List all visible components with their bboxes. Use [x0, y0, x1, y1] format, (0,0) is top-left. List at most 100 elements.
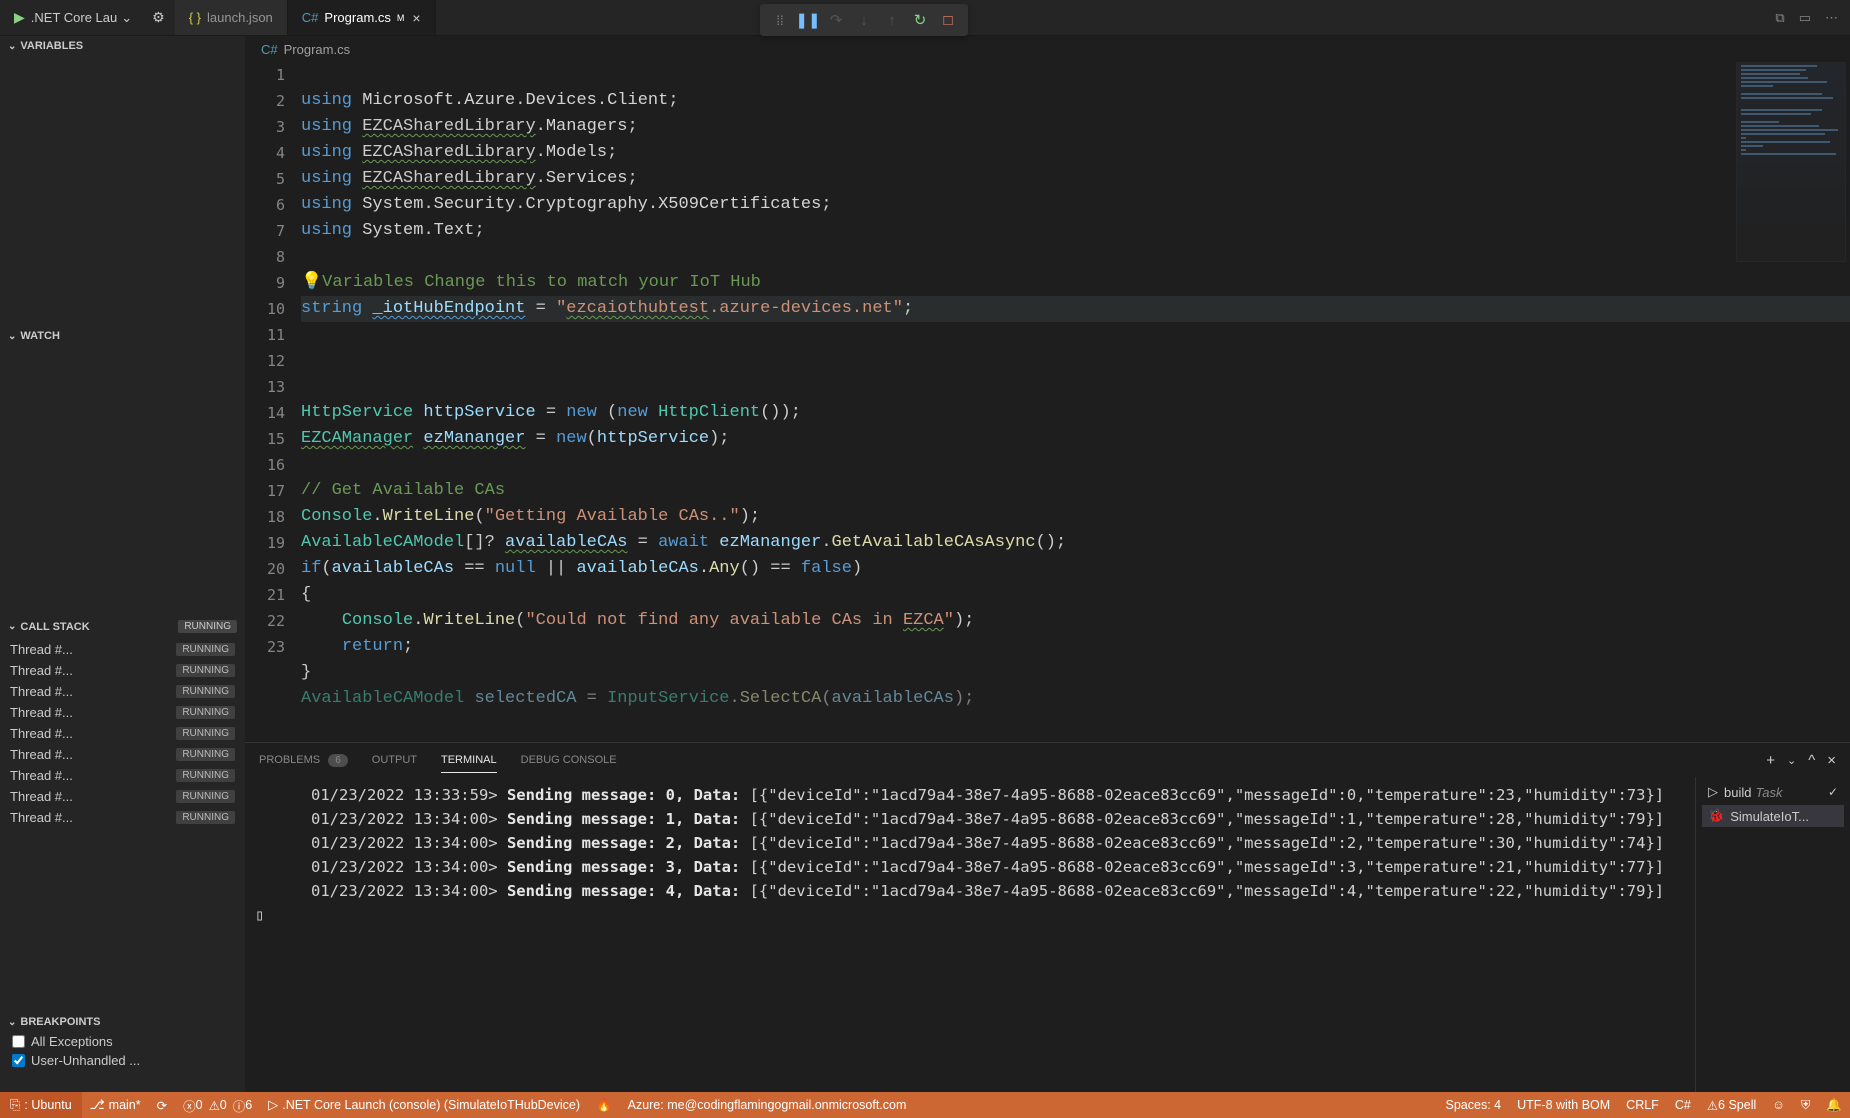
step-out-button[interactable]: ↑: [878, 6, 906, 34]
checkbox[interactable]: [12, 1054, 25, 1067]
thread-row[interactable]: Thread #...RUNNING: [0, 639, 245, 660]
more-icon[interactable]: ⋯: [1825, 10, 1838, 26]
breakpoint-user-unhandled[interactable]: User-Unhandled ...: [0, 1051, 245, 1070]
notifications-icon[interactable]: 🔔: [1818, 1098, 1850, 1113]
terminal-output[interactable]: 01/23/2022 13:33:59> Sending message: 0,…: [245, 777, 1695, 1092]
callstack-header[interactable]: ⌄ CALL STACK RUNNING: [0, 616, 245, 637]
thread-name: Thread #...: [10, 747, 176, 762]
tab-label: DEBUG CONSOLE: [521, 754, 617, 766]
spell-check[interactable]: ⚠ 6 Spell: [1699, 1098, 1764, 1113]
thread-row[interactable]: Thread #...RUNNING: [0, 765, 245, 786]
terminal-dropdown-icon[interactable]: ⌄: [1787, 754, 1796, 767]
chevron-down-icon: ⌄: [8, 621, 16, 632]
remote-indicator[interactable]: ⎘ : Ubuntu: [0, 1092, 82, 1118]
debug-toolbar: ⁞⁞ ❚❚ ↷ ↓ ↑ ↻ □: [760, 4, 968, 36]
chevron-down-icon: ⌄: [121, 10, 132, 26]
remote-label: : Ubuntu: [24, 1098, 71, 1112]
debug-icon: ▷: [268, 1097, 278, 1113]
gear-icon[interactable]: ⚙: [152, 9, 165, 26]
checkbox[interactable]: [12, 1035, 25, 1048]
warning-icon: ⚠: [1707, 1098, 1718, 1113]
split-icon[interactable]: ⧉: [1775, 10, 1784, 26]
watch-label: WATCH: [20, 330, 60, 342]
close-panel-icon[interactable]: ×: [1827, 752, 1836, 769]
run-config-selector[interactable]: ▶ .NET Core Lau ⌄: [4, 4, 142, 32]
eol[interactable]: CRLF: [1618, 1098, 1667, 1112]
bp-label: All Exceptions: [31, 1034, 113, 1049]
tab-label: OUTPUT: [372, 754, 417, 766]
minimap[interactable]: [1736, 62, 1846, 262]
close-icon[interactable]: ×: [412, 10, 420, 26]
branch-label: main*: [109, 1098, 141, 1112]
thread-name: Thread #...: [10, 684, 176, 699]
callstack-status-badge: RUNNING: [178, 620, 237, 633]
check-icon: ✓: [1828, 785, 1838, 799]
thread-row[interactable]: Thread #...RUNNING: [0, 786, 245, 807]
indentation[interactable]: Spaces: 4: [1438, 1098, 1510, 1112]
editor-tabs: { } launch.json C# Program.cs M ×: [175, 0, 436, 35]
thread-status-badge: RUNNING: [176, 811, 235, 824]
sync-button[interactable]: ⟳: [149, 1092, 175, 1118]
status-bar: ⎘ : Ubuntu ⎇ main* ⟳ ⓧ 0 ⚠ 0 ⓘ 6 ▷ .NET …: [0, 1092, 1850, 1118]
sync-icon: ⟳: [157, 1098, 167, 1113]
stop-button[interactable]: □: [934, 6, 962, 34]
drag-handle-icon[interactable]: ⁞⁞: [766, 6, 794, 34]
git-branch[interactable]: ⎇ main*: [82, 1092, 149, 1118]
encoding[interactable]: UTF-8 with BOM: [1509, 1098, 1618, 1112]
thread-row[interactable]: Thread #...RUNNING: [0, 744, 245, 765]
thread-row[interactable]: Thread #...RUNNING: [0, 660, 245, 681]
thread-status-badge: RUNNING: [176, 706, 235, 719]
term-sublabel: Task: [1755, 785, 1782, 800]
thread-name: Thread #...: [10, 642, 176, 657]
thread-status-badge: RUNNING: [176, 685, 235, 698]
thread-name: Thread #...: [10, 789, 176, 804]
trusted-icon[interactable]: ⛨: [1793, 1098, 1818, 1113]
breakpoint-all-exceptions[interactable]: All Exceptions: [0, 1032, 245, 1051]
azure-account[interactable]: Azure: me@codingflamingogmail.onmicrosof…: [620, 1092, 915, 1118]
tab-label: TERMINAL: [441, 754, 497, 766]
modified-indicator: M: [397, 13, 405, 23]
tab-program-cs[interactable]: C# Program.cs M ×: [288, 0, 436, 35]
tab-label: launch.json: [207, 10, 273, 25]
step-into-button[interactable]: ↓: [850, 6, 878, 34]
variables-header[interactable]: ⌄ VARIABLES: [0, 36, 245, 56]
error-icon: ⓧ: [183, 1096, 196, 1115]
language-mode[interactable]: C#: [1667, 1098, 1699, 1112]
pause-button[interactable]: ❚❚: [794, 6, 822, 34]
panel-tab-debug-console[interactable]: DEBUG CONSOLE: [521, 748, 617, 772]
breakpoints-label: BREAKPOINTS: [20, 1016, 100, 1028]
thread-name: Thread #...: [10, 726, 176, 741]
feedback-icon[interactable]: ☺: [1764, 1098, 1793, 1112]
maximize-panel-icon[interactable]: ^: [1808, 752, 1815, 769]
thread-row[interactable]: Thread #...RUNNING: [0, 702, 245, 723]
watch-header[interactable]: ⌄ WATCH: [0, 326, 245, 346]
debug-sidebar: ⌄ VARIABLES ⌄ WATCH ⌄ CALL STACK RUNNING…: [0, 36, 245, 1092]
breadcrumb[interactable]: C# Program.cs: [245, 36, 1850, 62]
thread-row[interactable]: Thread #...RUNNING: [0, 723, 245, 744]
thread-status-badge: RUNNING: [176, 748, 235, 761]
panel-tab-terminal[interactable]: TERMINAL: [441, 748, 497, 773]
restart-button[interactable]: ↻: [906, 6, 934, 34]
live-share[interactable]: 🔥: [588, 1092, 620, 1118]
json-icon: { }: [189, 10, 201, 25]
term-label: build: [1724, 785, 1751, 800]
terminal-item-build[interactable]: ▷ build Task ✓: [1702, 781, 1844, 803]
code-editor[interactable]: using Microsoft.Azure.Devices.Client; us…: [301, 62, 1850, 742]
thread-status-badge: RUNNING: [176, 727, 235, 740]
new-terminal-button[interactable]: +: [1766, 752, 1775, 769]
layout-icon[interactable]: ▭: [1799, 10, 1811, 26]
panel-tab-problems[interactable]: PROBLEMS 6: [259, 748, 348, 772]
debug-launch[interactable]: ▷ .NET Core Launch (console) (SimulateIo…: [260, 1092, 588, 1118]
bottom-panel: PROBLEMS 6 OUTPUT TERMINAL DEBUG CONSOLE…: [245, 742, 1850, 1092]
thread-row[interactable]: Thread #...RUNNING: [0, 681, 245, 702]
editor-area: C# Program.cs 12345678910111213141516171…: [245, 36, 1850, 1092]
thread-row[interactable]: Thread #...RUNNING: [0, 807, 245, 828]
breakpoints-header[interactable]: ⌄ BREAKPOINTS: [0, 1012, 245, 1032]
step-over-button[interactable]: ↷: [822, 6, 850, 34]
terminal-item-simulate[interactable]: 🐞 SimulateIoT...: [1702, 805, 1844, 827]
thread-name: Thread #...: [10, 768, 176, 783]
thread-status-badge: RUNNING: [176, 790, 235, 803]
diagnostics[interactable]: ⓧ 0 ⚠ 0 ⓘ 6: [175, 1092, 260, 1118]
panel-tab-output[interactable]: OUTPUT: [372, 748, 417, 772]
tab-launch-json[interactable]: { } launch.json: [175, 0, 288, 35]
